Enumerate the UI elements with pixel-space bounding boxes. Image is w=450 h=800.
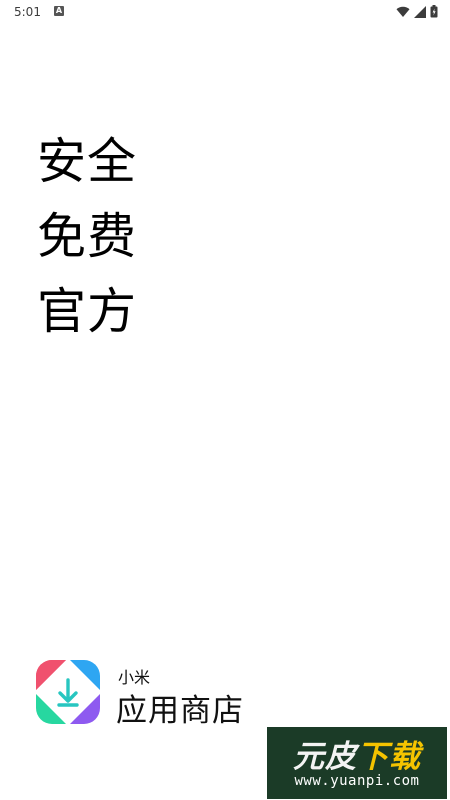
watermark: 元皮下载 www.yuanpi.com [267,727,447,799]
status-bar: 5:01 A [0,0,450,24]
watermark-title-part2: 下载 [357,739,421,775]
watermark-title-part1: 元皮 [293,739,357,775]
brand-name: 应用商店 [116,693,244,729]
battery-icon [430,5,438,18]
watermark-title: 元皮下载 [267,731,447,776]
app-store-logo-icon [36,660,100,724]
wifi-icon [396,6,410,17]
signal-icon [414,5,426,18]
slogan: 安全 免费 官方 [37,124,137,349]
notification-icon: A [54,6,64,16]
status-time: 5:01 [14,5,41,19]
slogan-line-3: 官方 [37,283,138,340]
splash-screen: 5:01 A 安全 免费 官方 小米 应用商店 元皮下载 www.yuanpi.… [0,0,450,800]
slogan-line-2: 免费 [37,208,138,265]
slogan-line-1: 安全 [37,133,138,190]
status-icons [396,5,438,18]
watermark-url: www.yuanpi.com [294,773,420,789]
